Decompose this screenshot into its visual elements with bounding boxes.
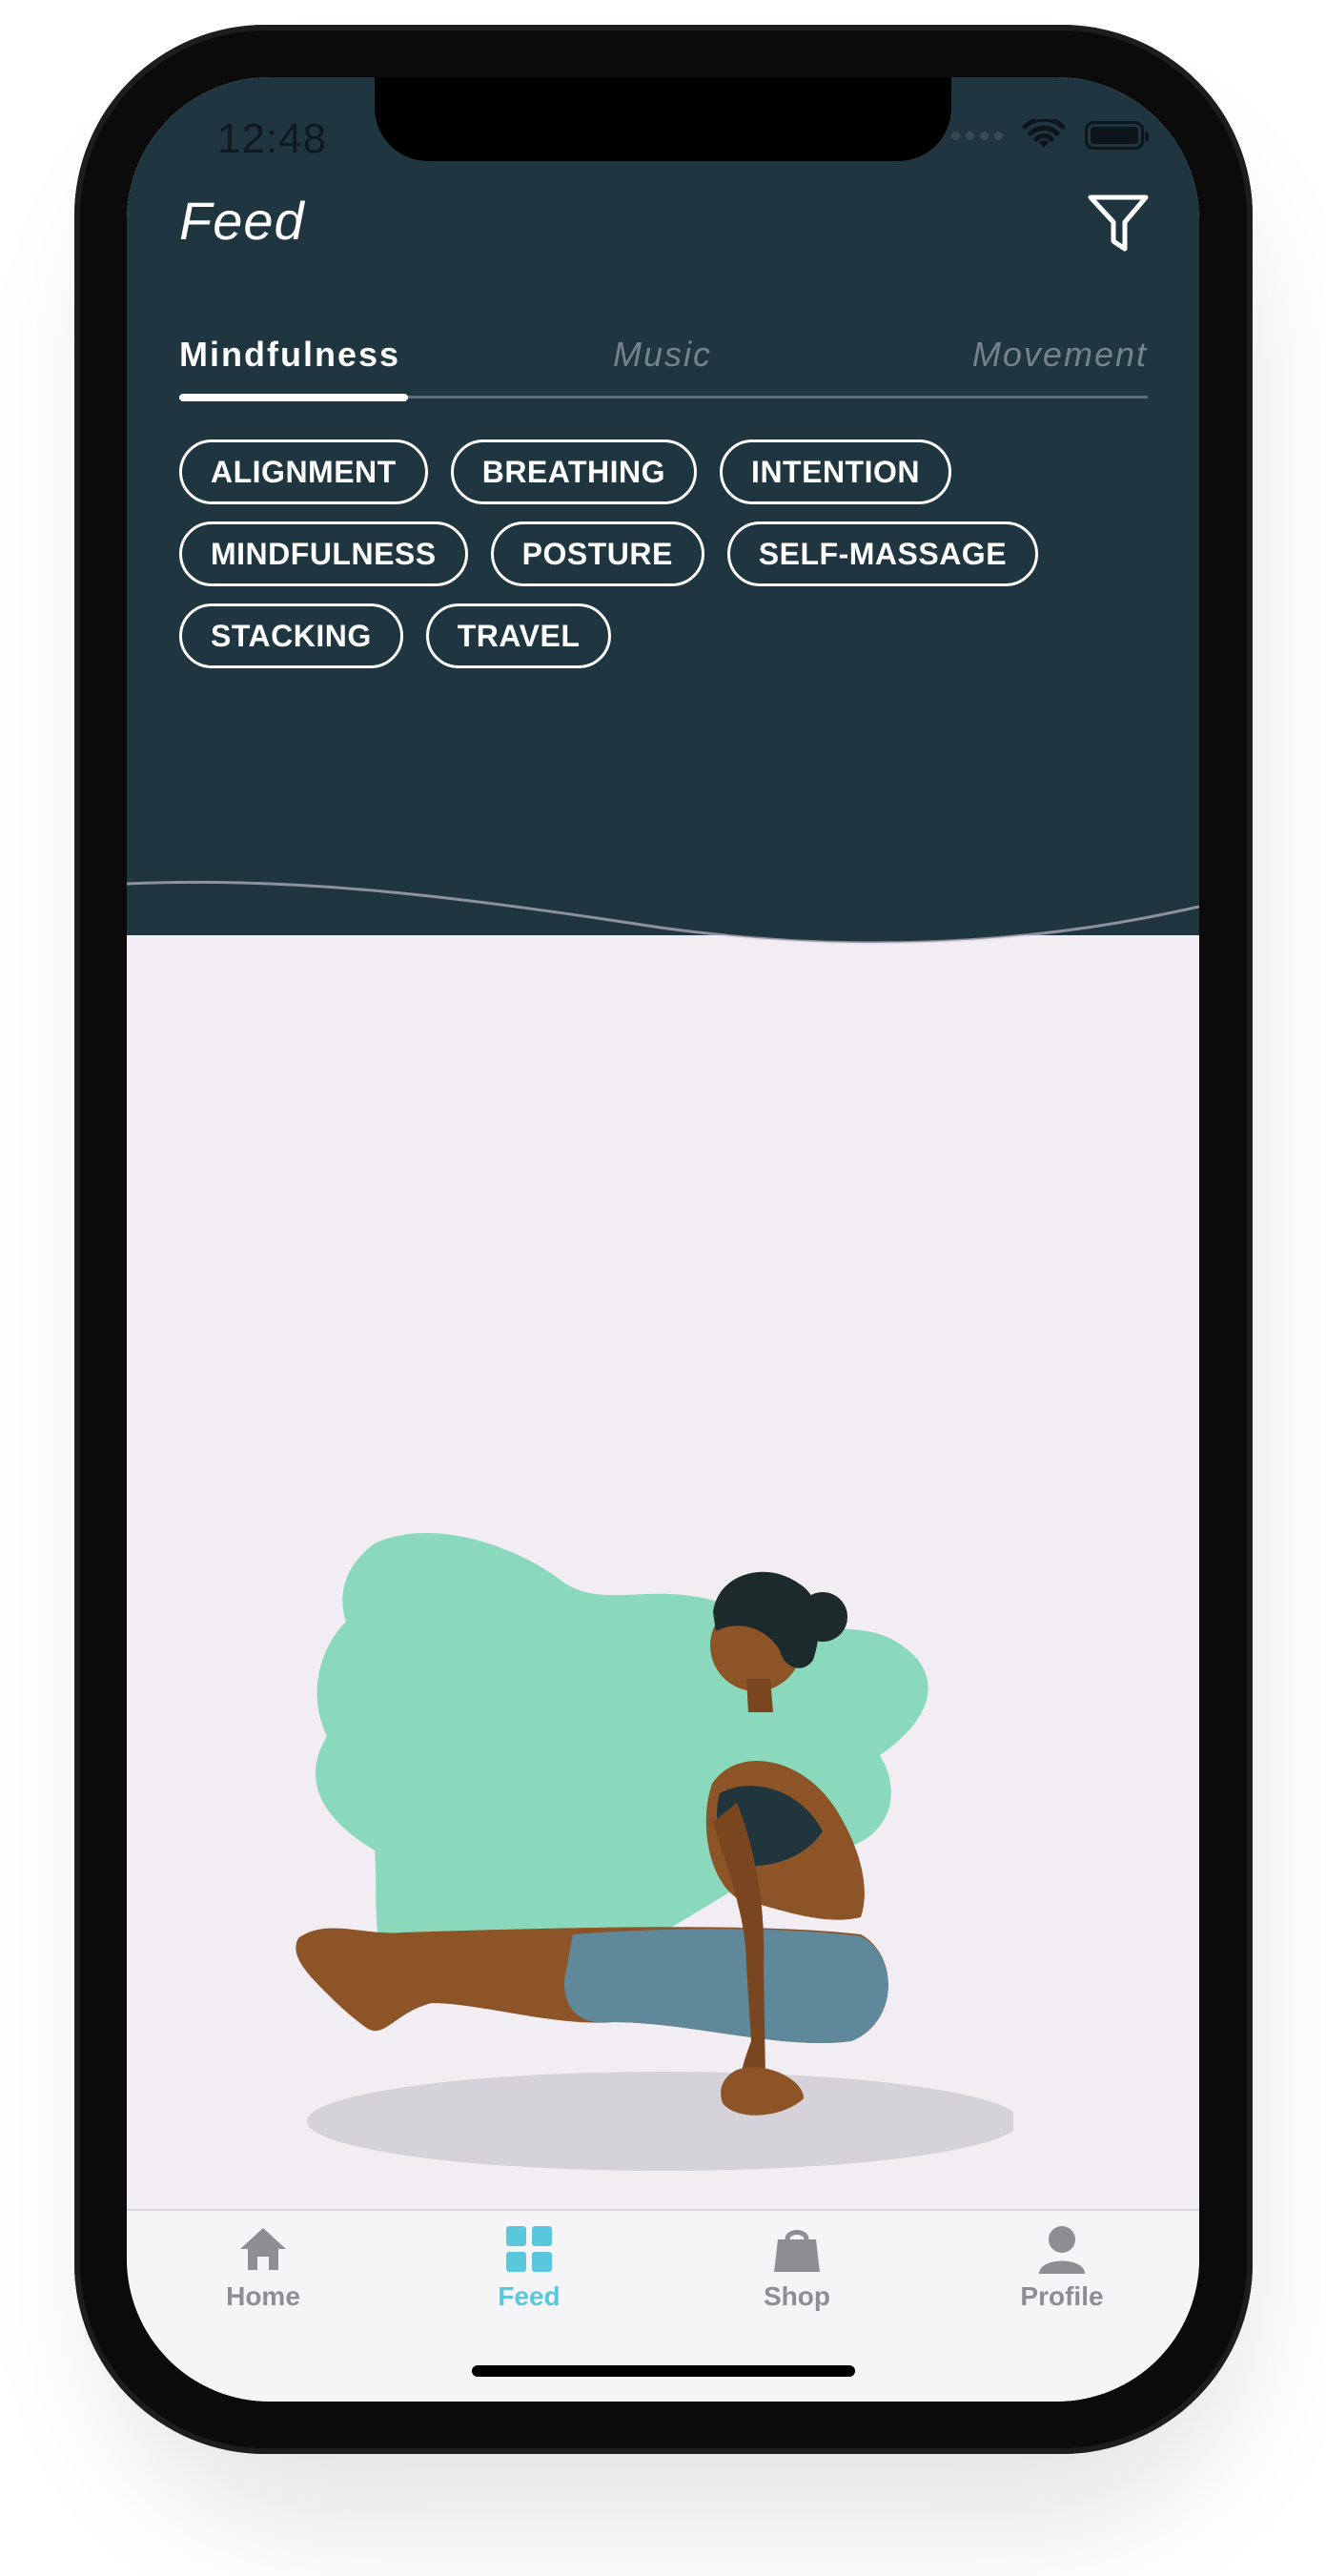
yoga-pose-illustration [296,1533,1013,2171]
tag-filters: ALIGNMENT BREATHING INTENTION MINDFULNES… [179,440,1152,685]
grid-icon [506,2226,552,2272]
filter-icon[interactable] [1087,192,1150,255]
tab-mindfulness[interactable]: Mindfulness [179,335,400,375]
ground-shadow [307,2072,1013,2171]
tabbar-home-label: Home [226,2281,300,2311]
tabbar-feed-label: Feed [498,2281,561,2311]
tag-row: STACKING TRAVEL [179,603,1152,668]
shopping-bag-icon [774,2230,820,2272]
tag-breathing[interactable]: BREATHING [450,440,698,504]
tag-mindfulness[interactable]: MINDFULNESS [179,521,468,586]
home-icon [240,2228,286,2270]
tag-stacking[interactable]: STACKING [179,603,403,668]
tag-self-massage[interactable]: SELF-MASSAGE [726,521,1039,586]
pants [564,1929,888,2044]
wifi-icon [1022,119,1066,148]
device-notch [375,77,951,161]
battery-icon [1085,121,1149,150]
tag-travel[interactable]: TRAVEL [425,603,612,668]
app-screen: 12:48 Feed Mindfulness Music Movement AL… [127,77,1199,2402]
tag-intention[interactable]: INTENTION [720,440,951,504]
tabbar-shop-label: Shop [764,2281,830,2311]
tab-movement[interactable]: Movement [972,335,1148,375]
tab-music[interactable]: Music [613,335,712,375]
tag-row: ALIGNMENT BREATHING INTENTION [179,440,1152,504]
hair-bun [798,1592,847,1642]
tabbar-profile-label: Profile [1020,2281,1104,2311]
person-icon [1039,2226,1085,2274]
tabbar-profile[interactable]: Profile [967,2222,1157,2312]
page-title: Feed [179,191,305,251]
neck [746,1679,773,1712]
status-time: 12:48 [217,115,328,162]
tabbar-home[interactable]: Home [168,2222,358,2312]
tag-row: MINDFULNESS POSTURE SELF-MASSAGE [179,521,1152,586]
tabbar-feed[interactable]: Feed [434,2222,624,2312]
tag-posture[interactable]: POSTURE [490,521,704,586]
category-tabs: Mindfulness Music Movement [179,335,1148,411]
tabbar-shop[interactable]: Shop [702,2222,892,2312]
status-indicators [951,119,1149,152]
tag-alignment[interactable]: ALIGNMENT [179,440,428,504]
home-indicator [472,2365,855,2377]
header-wave [127,859,1199,945]
tab-active-indicator [179,394,408,401]
cellular-signal-icon [951,131,1003,140]
